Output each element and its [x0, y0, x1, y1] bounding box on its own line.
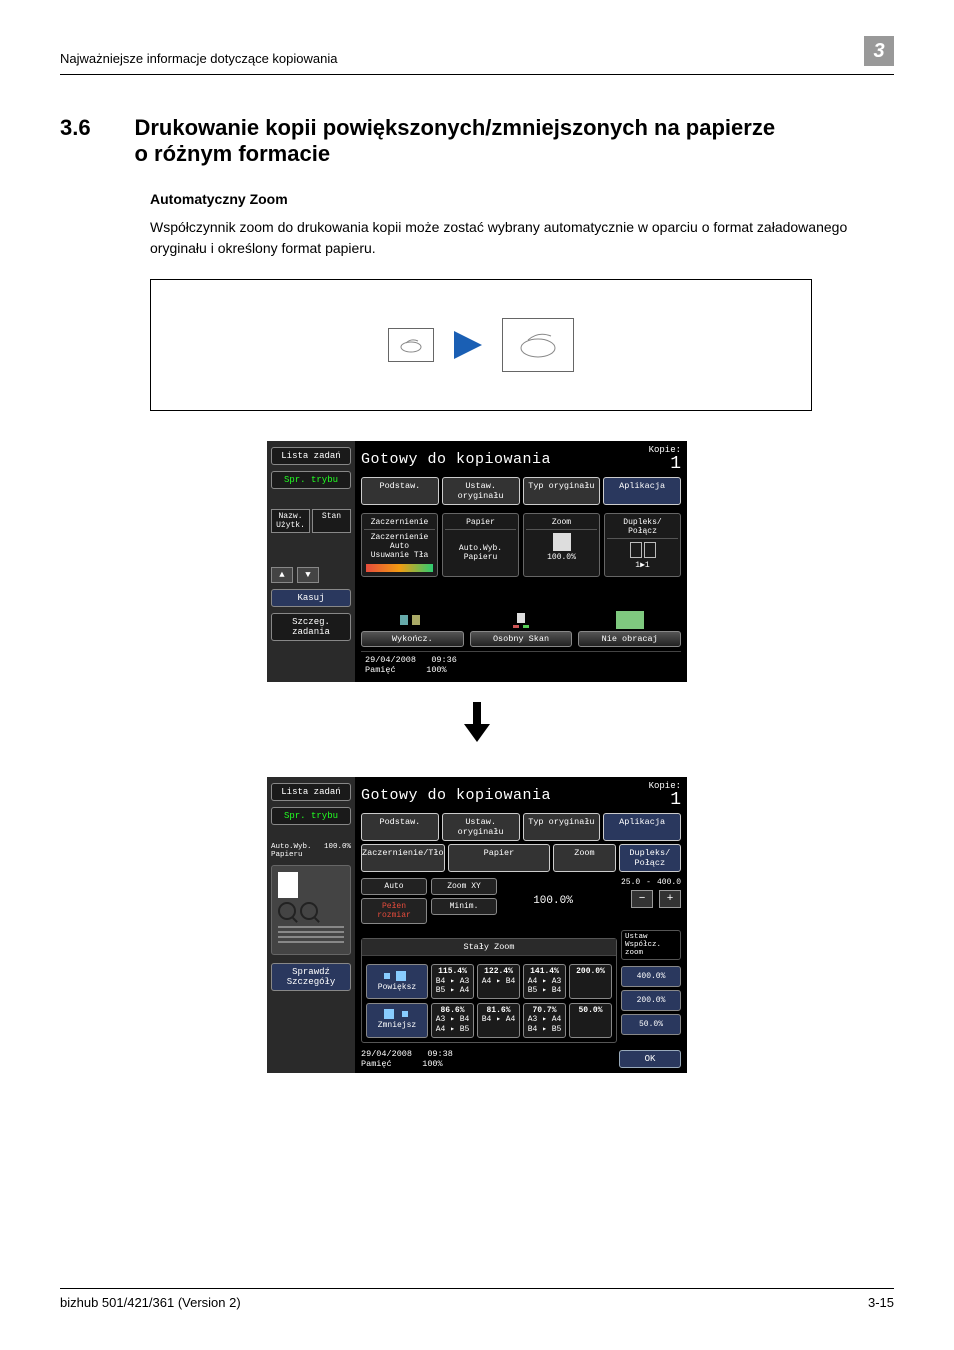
- preset-400[interactable]: 400.0%: [621, 966, 681, 987]
- arrow-down-button[interactable]: ▼: [297, 567, 319, 583]
- side-tab-right[interactable]: Stan: [312, 509, 351, 533]
- set-zoom-ratio-label: Ustaw Współcz. zoom: [621, 930, 681, 960]
- zoom-full-button[interactable]: Pełen rozmiar: [361, 898, 427, 924]
- side-tab-left[interactable]: Nazw. Użytk.: [271, 509, 310, 533]
- tab-typ-oryg-2[interactable]: Typ oryginału: [523, 813, 601, 841]
- tab-podstaw[interactable]: Podstaw.: [361, 477, 439, 505]
- copies-counter: Kopie: 1: [649, 445, 681, 473]
- zoom-141[interactable]: 141.4%A4 ▸ A3 B5 ▸ B4: [523, 964, 566, 999]
- copier-screen-main: Lista zadań Spr. trybu Nazw. Użytk. Stan…: [267, 441, 687, 682]
- flow-arrow-down-icon: [60, 702, 894, 747]
- zoom-auto-button[interactable]: Auto: [361, 878, 427, 895]
- tab-podstaw-2[interactable]: Podstaw.: [361, 813, 439, 841]
- lista-zadan-button[interactable]: Lista zadań: [271, 447, 351, 465]
- osobny-skan-button[interactable]: Osobny Skan: [470, 611, 573, 647]
- lista-zadan-button-2[interactable]: Lista zadań: [271, 783, 351, 801]
- zoom-minus-button[interactable]: −: [631, 890, 653, 908]
- zoom-50[interactable]: 50.0%: [569, 1003, 612, 1038]
- zoom-range-hi: 400.0: [657, 878, 681, 887]
- zoom-percent-display: 100.0%: [501, 878, 605, 924]
- preview-page-icon: [278, 872, 298, 898]
- sprawdz-button[interactable]: Sprawdź Szczegóły: [271, 963, 351, 991]
- zoom-81[interactable]: 81.6%B4 ▸ A4: [477, 1003, 520, 1038]
- no-rotate-icon: [616, 611, 644, 629]
- zoom-122[interactable]: 122.4%A4 ▸ B4: [477, 964, 520, 999]
- spr-trybu-button-2[interactable]: Spr. trybu: [271, 807, 351, 825]
- zoom-out-icon[interactable]: [278, 902, 296, 920]
- arrow-up-button[interactable]: ▲: [271, 567, 293, 583]
- zoom-70[interactable]: 70.7%A3 ▸ A4 B4 ▸ B5: [523, 1003, 566, 1038]
- nie-obracaj-button[interactable]: Nie obracaj: [578, 611, 681, 647]
- zoom-115[interactable]: 115.4%B4 ▸ A3 B5 ▸ A4: [431, 964, 474, 999]
- section-number: 3.6: [60, 115, 130, 141]
- screen-title: Gotowy do kopiowania: [361, 451, 551, 468]
- szczegoly-button[interactable]: Szczeg. zadania: [271, 613, 351, 641]
- finishing-icon: [398, 611, 426, 629]
- auto-paper-label: Auto.Wyb. Papieru: [271, 843, 324, 859]
- preview-panel: [271, 865, 351, 955]
- enlarge-illustration: [150, 279, 812, 411]
- auto-paper-pct: 100.0%: [324, 843, 351, 859]
- screen-title-2: Gotowy do kopiowania: [361, 787, 551, 804]
- footer-left: bizhub 501/421/361 (Version 2): [60, 1295, 241, 1310]
- panel-zaczernienie[interactable]: Zaczernienie Zaczernienie Auto Usuwanie …: [361, 513, 438, 577]
- status-bar: 29/04/2008 09:36 Pamięć 100%: [361, 651, 681, 678]
- ok-button[interactable]: OK: [619, 1050, 681, 1068]
- tab-ustaw-oryg[interactable]: Ustaw. oryginału: [442, 477, 520, 505]
- preset-200[interactable]: 200.0%: [621, 990, 681, 1011]
- subtab-dupleks[interactable]: Dupleks/ Połącz: [619, 844, 681, 872]
- section-subtitle: Automatyczny Zoom: [150, 191, 894, 207]
- tab-ustaw-oryg-2[interactable]: Ustaw. oryginału: [442, 813, 520, 841]
- running-header: Najważniejsze informacje dotyczące kopio…: [60, 45, 337, 66]
- footer-right: 3-15: [868, 1295, 894, 1310]
- zoom-plus-button[interactable]: +: [659, 890, 681, 908]
- panel-papier[interactable]: Papier Auto.Wyb. Papieru: [442, 513, 519, 577]
- zoom-range-lo: 25.0: [621, 878, 640, 887]
- preset-50[interactable]: 50.0%: [621, 1014, 681, 1035]
- tab-aplikacja-2[interactable]: Aplikacja: [603, 813, 681, 841]
- separate-scan-icon: [507, 611, 535, 629]
- fixed-zoom-header: Stały Zoom: [362, 939, 616, 956]
- copier-screen-zoom: Lista zadań Spr. trybu Auto.Wyb. Papieru…: [267, 777, 687, 1073]
- density-slider[interactable]: [366, 564, 433, 572]
- copies-counter-2: Kopie: 1: [649, 781, 681, 809]
- zoom-xy-button[interactable]: Zoom XY: [431, 878, 497, 895]
- subtab-papier[interactable]: Papier: [448, 844, 551, 872]
- tab-aplikacja[interactable]: Aplikacja: [603, 477, 681, 505]
- zoom-min-button[interactable]: Minim.: [431, 898, 497, 915]
- arrow-right-icon: [454, 331, 482, 359]
- subtab-zoom[interactable]: Zoom: [553, 844, 615, 872]
- paper-small-icon: [388, 328, 434, 362]
- kasuj-button[interactable]: Kasuj: [271, 589, 351, 607]
- enlarge-label: Powiększ: [366, 964, 428, 999]
- subtab-zaczernienie[interactable]: Zaczernienie/Tło: [361, 844, 445, 872]
- zoom-preview-icon: [553, 533, 571, 551]
- chapter-number-badge: 3: [864, 36, 894, 66]
- zoom-200[interactable]: 200.0%: [569, 964, 612, 999]
- panel-dupleks[interactable]: Dupleks/ Połącz 1▶1: [604, 513, 681, 577]
- reduce-label: Zmniejsz: [366, 1003, 428, 1038]
- panel-zoom[interactable]: Zoom 100.0%: [523, 513, 600, 577]
- zoom-86[interactable]: 86.6%A3 ▸ B4 A4 ▸ B5: [431, 1003, 474, 1038]
- section-body: Współczynnik zoom do drukowania kopii mo…: [150, 217, 894, 259]
- zoom-in-icon[interactable]: [300, 902, 318, 920]
- tab-typ-oryg[interactable]: Typ oryginału: [523, 477, 601, 505]
- spr-trybu-button[interactable]: Spr. trybu: [271, 471, 351, 489]
- section-title: Drukowanie kopii powiększonych/zmniejszo…: [134, 115, 794, 167]
- paper-large-icon: [502, 318, 574, 372]
- wykoncz-button[interactable]: Wykończ.: [361, 611, 464, 647]
